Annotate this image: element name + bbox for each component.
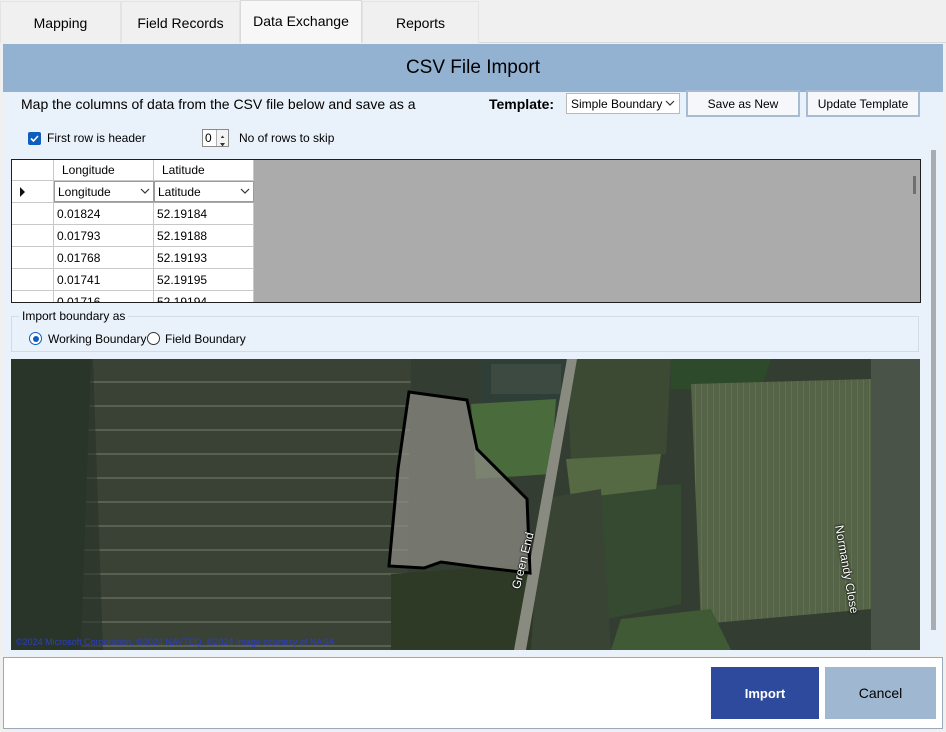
import-boundary-title: Import boundary as <box>19 309 129 323</box>
tab-reports[interactable]: Reports <box>362 1 479 43</box>
field-boundary-label[interactable]: Field Boundary <box>165 332 246 346</box>
grid-cell[interactable]: 52.19193 <box>154 247 254 269</box>
panel-scrollbar[interactable] <box>931 150 936 630</box>
grid-cell[interactable]: 0.01741 <box>54 269 154 291</box>
update-template-button[interactable]: Update Template <box>806 90 920 117</box>
rows-to-skip-value: 0 <box>205 131 212 145</box>
instruction-text: Map the columns of data from the CSV fil… <box>21 96 416 112</box>
grid-cell[interactable]: 52.19195 <box>154 269 254 291</box>
mapping-select-latitude[interactable]: Latitude <box>154 181 254 202</box>
grid-cell[interactable]: 0.01793 <box>54 225 154 247</box>
mapping-select-longitude[interactable]: Longitude <box>54 181 154 202</box>
column-header-longitude[interactable]: Longitude <box>54 160 154 181</box>
row-header[interactable] <box>12 291 54 302</box>
field-boundary-radio[interactable] <box>147 332 160 345</box>
chevron-down-icon <box>140 188 150 194</box>
working-boundary-label[interactable]: Working Boundary <box>48 332 147 346</box>
grid-cell[interactable]: 52.19184 <box>154 203 254 225</box>
grid-cell[interactable]: 0.01768 <box>54 247 154 269</box>
mapping-select-value: Longitude <box>58 185 111 199</box>
column-header-latitude[interactable]: Latitude <box>154 160 254 181</box>
rows-to-skip-label: No of rows to skip <box>239 131 335 145</box>
grid-scrollbar-thumb[interactable] <box>913 176 916 194</box>
panel-scrollbar-thumb[interactable] <box>931 150 936 630</box>
import-button[interactable]: Import <box>711 667 819 719</box>
boundary-map[interactable]: Green End Normandy Close ©2024 Microsoft… <box>11 359 920 650</box>
template-select-value: Simple Boundary <box>571 97 663 111</box>
template-label: Template: <box>489 96 555 112</box>
tab-mapping[interactable]: Mapping <box>0 1 121 43</box>
csv-import-window: Mapping Field Records Data Exchange Repo… <box>0 0 946 732</box>
template-select[interactable]: Simple Boundary <box>566 93 680 114</box>
chevron-down-icon <box>240 188 250 194</box>
grid-cell[interactable]: 52.19194 <box>154 291 254 302</box>
chevron-down-icon <box>665 100 675 106</box>
tab-data-exchange[interactable]: Data Exchange <box>240 0 362 43</box>
csv-data-grid: Longitude Latitude Longitude Latitude 0.… <box>11 159 921 303</box>
map-copyright: ©2024 Microsoft Corporation, ©2024 NAVTE… <box>16 637 335 647</box>
first-row-header-option[interactable]: First row is header <box>28 130 146 146</box>
import-boundary-group: Import boundary as Working Boundary Fiel… <box>11 309 919 352</box>
cancel-button[interactable]: Cancel <box>825 667 936 719</box>
caret-down-icon <box>220 143 225 147</box>
working-boundary-radio[interactable] <box>29 332 42 345</box>
rows-to-skip-stepper[interactable]: 0 <box>202 129 229 147</box>
footer-bar: Import Cancel <box>3 657 943 729</box>
stepper-down-arrow[interactable] <box>216 138 228 147</box>
row-header[interactable] <box>12 269 54 291</box>
current-row-arrow-icon <box>20 187 25 197</box>
row-header[interactable] <box>12 225 54 247</box>
checkmark-icon <box>30 134 39 142</box>
first-row-header-checkbox[interactable] <box>28 131 41 145</box>
first-row-header-label: First row is header <box>47 131 146 145</box>
row-header[interactable] <box>12 247 54 269</box>
grid-cell[interactable]: 0.01716 <box>54 291 154 302</box>
tab-bar: Mapping Field Records Data Exchange Repo… <box>0 0 946 43</box>
row-header-current[interactable] <box>12 181 54 203</box>
stepper-up-arrow[interactable] <box>216 130 228 139</box>
satellite-map-image <box>11 359 920 650</box>
save-as-new-button[interactable]: Save as New <box>686 90 800 117</box>
tab-field-records[interactable]: Field Records <box>121 1 240 43</box>
import-panel: CSV File Import Map the columns of data … <box>3 44 943 656</box>
grid-corner <box>12 160 54 181</box>
page-title: CSV File Import <box>3 44 943 92</box>
grid-cell[interactable]: 0.01824 <box>54 203 154 225</box>
grid-cell[interactable]: 52.19188 <box>154 225 254 247</box>
mapping-select-value: Latitude <box>158 185 201 199</box>
row-header[interactable] <box>12 203 54 225</box>
